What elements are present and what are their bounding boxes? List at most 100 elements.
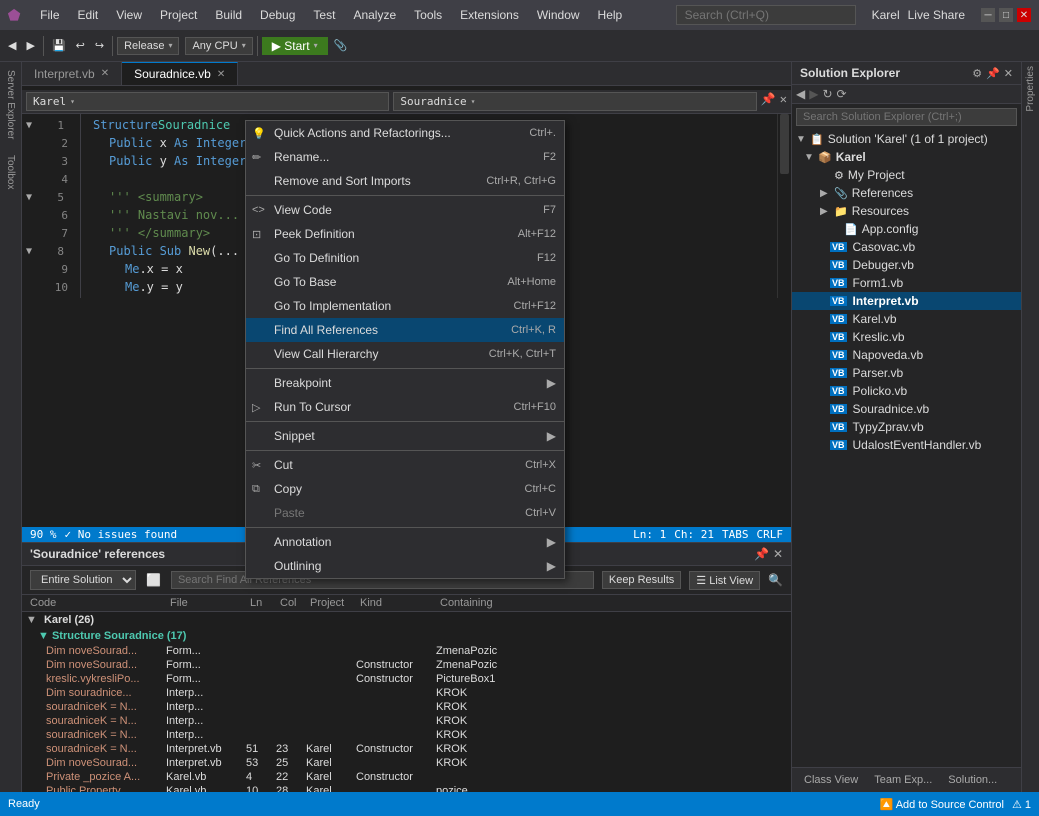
ref-search-icon[interactable]: 🔍 <box>768 573 783 587</box>
cm-rename[interactable]: ✏ Rename... F2 <box>246 145 564 169</box>
source-control-btn[interactable]: 🔼 Add to Source Control <box>880 798 1004 811</box>
code-nav-right[interactable]: Souradnice ▾ <box>393 92 756 111</box>
ref-row-3[interactable]: Dim souradnice...Interp...KROK <box>22 686 791 700</box>
se-search-input[interactable] <box>796 108 1017 126</box>
cm-find-all-refs[interactable]: Find All References Ctrl+K, R <box>246 318 564 342</box>
redo-button[interactable]: ↪ <box>91 37 108 54</box>
ref-row-5[interactable]: souradniceK = N...Interp...KROK <box>22 714 791 728</box>
se-item-souradnice-vb[interactable]: VB Souradnice.vb <box>792 400 1021 418</box>
server-explorer-strip[interactable]: Server Explorer <box>3 66 18 143</box>
ref-row-0[interactable]: Dim noveSourad...Form...ZmenaPozic <box>22 644 791 658</box>
cm-copy[interactable]: ⧉ Copy Ctrl+C <box>246 477 564 501</box>
toolbox-strip[interactable]: Toolbox <box>3 151 18 193</box>
menu-project[interactable]: Project <box>152 6 205 24</box>
error-warning-icon[interactable]: ⚠ 1 <box>1012 798 1031 811</box>
class-view-btn[interactable]: Class View <box>800 772 862 788</box>
editor-pin[interactable]: 📌 <box>761 92 776 111</box>
menu-file[interactable]: File <box>32 6 67 24</box>
menu-extensions[interactable]: Extensions <box>452 6 527 24</box>
se-item-policko[interactable]: VB Policko.vb <box>792 382 1021 400</box>
ref-scope-dropdown[interactable]: Entire Solution <box>30 570 136 590</box>
cm-goto-impl[interactable]: Go To Implementation Ctrl+F12 <box>246 294 564 318</box>
se-item-napoveda[interactable]: VB Napoveda.vb <box>792 346 1021 364</box>
attach-button[interactable]: 📎 <box>330 37 352 54</box>
start-button[interactable]: ▶ Start ▾ <box>262 37 328 55</box>
cm-quick-actions[interactable]: 💡 Quick Actions and Refactorings... Ctrl… <box>246 121 564 145</box>
tab-souradnice-close[interactable]: ✕ <box>217 69 225 80</box>
se-item-references[interactable]: ▶ 📎 References <box>792 184 1021 202</box>
menu-edit[interactable]: Edit <box>70 6 107 24</box>
menu-tools[interactable]: Tools <box>406 6 450 24</box>
ref-row-9[interactable]: Private _pozice A...Karel.vb422KarelCons… <box>22 770 791 784</box>
se-item-appconfig[interactable]: 📄 App.config <box>792 220 1021 238</box>
ref-row-1[interactable]: Dim noveSourad...Form...ConstructorZmena… <box>22 658 791 672</box>
menu-analyze[interactable]: Analyze <box>345 6 404 24</box>
se-item-solution[interactable]: ▼ 📋 Solution 'Karel' (1 of 1 project) <box>792 130 1021 148</box>
ref-row-4[interactable]: souradniceK = N...Interp...KROK <box>22 700 791 714</box>
se-item-kreslic[interactable]: VB Kreslic.vb <box>792 328 1021 346</box>
back-button[interactable]: ◀ <box>4 37 20 54</box>
se-back[interactable]: ◀ <box>796 87 805 101</box>
se-item-resources[interactable]: ▶ 📁 Resources <box>792 202 1021 220</box>
team-exp-btn[interactable]: Team Exp... <box>870 772 936 788</box>
se-item-udalost[interactable]: VB UdalostEventHandler.vb <box>792 436 1021 454</box>
cm-goto-definition[interactable]: Go To Definition F12 <box>246 246 564 270</box>
maximize-button[interactable]: □ <box>999 8 1013 22</box>
menu-window[interactable]: Window <box>529 6 588 24</box>
se-item-parser[interactable]: VB Parser.vb <box>792 364 1021 382</box>
configuration-dropdown[interactable]: Release ▾ <box>117 37 179 55</box>
se-item-my-project[interactable]: ⚙ My Project <box>792 166 1021 184</box>
tab-souradnice-vb[interactable]: Souradnice.vb ✕ <box>122 62 238 85</box>
ref-pin[interactable]: 📌 <box>754 547 769 561</box>
list-view-button[interactable]: ☰ List View <box>689 571 760 590</box>
se-refresh[interactable]: ⟳ <box>837 87 847 101</box>
ref-row-8[interactable]: Dim noveSourad...Interpret.vb5325KarelKR… <box>22 756 791 770</box>
menu-build[interactable]: Build <box>207 6 250 24</box>
menu-test[interactable]: Test <box>305 6 343 24</box>
menu-debug[interactable]: Debug <box>252 6 303 24</box>
forward-button[interactable]: ▶ <box>22 37 38 54</box>
code-nav-left[interactable]: Karel ▾ <box>26 92 389 111</box>
cm-call-hierarchy[interactable]: View Call Hierarchy Ctrl+K, Ctrl+T <box>246 342 564 366</box>
menu-help[interactable]: Help <box>590 6 631 24</box>
ref-group-karel[interactable]: ▼ Karel (26) <box>22 612 791 628</box>
cm-remove-imports[interactable]: Remove and Sort Imports Ctrl+R, Ctrl+G <box>246 169 564 193</box>
close-button[interactable]: ✕ <box>1017 8 1031 22</box>
se-item-karel-vb[interactable]: VB Karel.vb <box>792 310 1021 328</box>
ref-row-10[interactable]: Public Property...Karel.vb1028Karelpozic… <box>22 784 791 792</box>
ref-close[interactable]: ✕ <box>773 547 783 561</box>
cm-goto-base[interactable]: Go To Base Alt+Home <box>246 270 564 294</box>
se-pin[interactable]: 📌 <box>986 67 1000 80</box>
platform-dropdown[interactable]: Any CPU ▾ <box>185 37 252 55</box>
se-item-casovac[interactable]: VB Casovac.vb <box>792 238 1021 256</box>
menu-view[interactable]: View <box>108 6 150 24</box>
ref-row-6[interactable]: souradniceK = N...Interp...KROK <box>22 728 791 742</box>
minimize-button[interactable]: ─ <box>981 8 995 22</box>
ref-row-2[interactable]: kreslic.vykresliPo...Form...ConstructorP… <box>22 672 791 686</box>
solution-btn[interactable]: Solution... <box>944 772 1001 788</box>
se-item-typyzprav[interactable]: VB TypyZprav.vb <box>792 418 1021 436</box>
ref-subgroup-souradnice[interactable]: ▼ Structure Souradnice (17) <box>22 628 791 644</box>
tab-interpret-vb[interactable]: Interpret.vb ✕ <box>22 62 122 85</box>
keep-results-button[interactable]: Keep Results <box>602 571 681 589</box>
cm-view-code[interactable]: <> View Code F7 <box>246 198 564 222</box>
save-button[interactable]: 💾 <box>48 37 70 54</box>
editor-close[interactable]: ✕ <box>780 92 787 111</box>
cm-annotation[interactable]: Annotation ▶ <box>246 530 564 554</box>
se-item-karel-project[interactable]: ▼ 📦 Karel <box>792 148 1021 166</box>
cm-breakpoint[interactable]: Breakpoint ▶ <box>246 371 564 395</box>
title-search[interactable] <box>676 5 856 25</box>
ref-row-7[interactable]: souradniceK = N...Interpret.vb5123KarelC… <box>22 742 791 756</box>
cm-run-to-cursor[interactable]: ▷ Run To Cursor Ctrl+F10 <box>246 395 564 419</box>
copy-results-button[interactable]: ⬜ <box>144 571 163 589</box>
properties-strip[interactable]: Properties <box>1023 62 1038 116</box>
se-close[interactable]: ✕ <box>1004 67 1013 80</box>
se-search-icon[interactable]: ⚙ <box>972 67 982 80</box>
live-share-btn[interactable]: Live Share <box>908 8 965 22</box>
cm-peek-definition[interactable]: ⊡ Peek Definition Alt+F12 <box>246 222 564 246</box>
se-sync[interactable]: ↻ <box>822 87 832 101</box>
cm-cut[interactable]: ✂ Cut Ctrl+X <box>246 453 564 477</box>
cm-snippet[interactable]: Snippet ▶ <box>246 424 564 448</box>
se-item-interpret[interactable]: VB Interpret.vb <box>792 292 1021 310</box>
tab-interpret-close[interactable]: ✕ <box>101 68 109 79</box>
